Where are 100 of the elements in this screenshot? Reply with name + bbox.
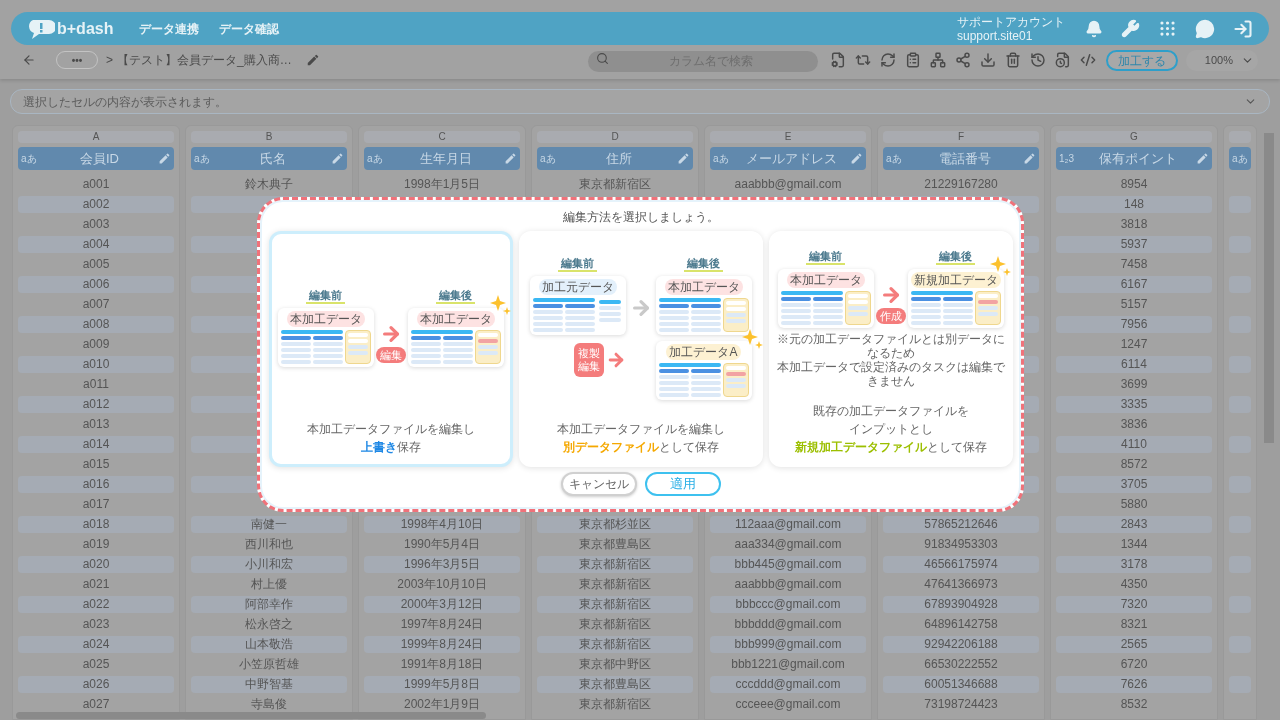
table-cell-text: 5157 xyxy=(1119,296,1149,313)
table-cell: 東京都豊島区 xyxy=(537,675,693,693)
table-cell: a008 xyxy=(18,315,174,333)
column-title: 氏名 xyxy=(258,149,287,168)
nav-link[interactable]: データ連携 xyxy=(139,19,200,38)
trash-icon[interactable] xyxy=(1005,52,1021,68)
table-cell-text: 西川和也 xyxy=(244,536,294,553)
cell-content-bar[interactable]: 選択したセルの内容が表示されます。 xyxy=(10,89,1270,114)
pencil-icon[interactable] xyxy=(331,152,344,165)
table-cell-text: 3836 xyxy=(1119,416,1149,433)
column-header[interactable]: aあ 電話番号 xyxy=(883,147,1039,170)
table-cell: a018 xyxy=(18,515,174,533)
process-button[interactable]: 加工する xyxy=(1106,49,1178,71)
dialog-title: 編集方法を選択しましょう。 xyxy=(562,209,719,226)
hierarchy-icon[interactable] xyxy=(930,52,946,68)
table-cell: bbb445@gmail.com xyxy=(710,555,866,573)
pencil-icon[interactable] xyxy=(850,152,863,165)
column-header[interactable]: aあ 氏名 xyxy=(191,147,347,170)
type-label: aあ xyxy=(21,152,38,166)
share-icon[interactable] xyxy=(955,52,971,68)
horizontal-scrollbar[interactable] xyxy=(16,712,486,719)
option-card[interactable]: 編集前 本加工データ 編集 編集後 本加工データ 本加工データファイルを編集し 上書き保存 xyxy=(268,231,513,467)
clipboard-icon[interactable] xyxy=(905,52,921,68)
column-header[interactable]: aあ 会員ID xyxy=(18,147,174,170)
table-cell-text: 東京都新宿区 xyxy=(578,616,652,633)
zoom-select[interactable]: 100% xyxy=(1186,49,1258,71)
table-cell: a024 xyxy=(18,635,174,653)
bell-icon[interactable] xyxy=(1085,19,1103,38)
table-cell-text: a027 xyxy=(81,696,111,713)
table-cell: a026 xyxy=(18,675,174,693)
table-cell-text: 8321 xyxy=(1119,616,1149,633)
breadcrumb[interactable]: 【テスト】会員データ_購入商… xyxy=(117,51,292,69)
table-cell-text: 1998年1月5日 xyxy=(402,176,481,193)
option-description: 別データファイルとして保存 xyxy=(562,439,719,456)
column-title: 生年月日 xyxy=(418,149,473,168)
table-cell-text: 東京都新宿区 xyxy=(578,176,652,193)
stage-label: 編集前 xyxy=(806,250,845,265)
file-clock-icon[interactable] xyxy=(1055,52,1071,68)
column-header[interactable]: aあ 生年月日 xyxy=(364,147,520,170)
table-cell: 中野智基 xyxy=(191,675,347,693)
table-cell: 67893904928 xyxy=(883,595,1039,613)
table-cell: 6114 xyxy=(1056,355,1212,373)
chat-icon[interactable] xyxy=(1195,18,1215,39)
table-cell-text: 2002年1月9日 xyxy=(402,696,481,713)
stage-label: 編集後 xyxy=(436,289,475,304)
table-cell-text: 8572 xyxy=(1119,456,1149,473)
pencil-icon[interactable] xyxy=(504,152,517,165)
table-cell-text: 東京都中野区 xyxy=(578,656,652,673)
search-icon xyxy=(596,52,609,65)
apply-button[interactable]: 適用 xyxy=(644,472,721,496)
table-cell: a020 xyxy=(18,555,174,573)
logout-icon[interactable] xyxy=(1233,18,1253,39)
pencil-icon[interactable] xyxy=(677,152,690,165)
table-cell-text: aaa334@gmail.com xyxy=(733,536,843,553)
table-cell-text: a015 xyxy=(81,456,111,473)
pencil-icon[interactable] xyxy=(1023,152,1036,165)
table-cell: 7320 xyxy=(1056,595,1212,613)
table-cell: 東京都新宿区 xyxy=(537,635,693,653)
refresh-icon[interactable] xyxy=(880,52,896,68)
column-header[interactable]: aあ 住所 xyxy=(537,147,693,170)
table-cell: a004 xyxy=(18,235,174,253)
table-cell-text: 1344 xyxy=(1119,536,1149,553)
table-cell: a006 xyxy=(18,275,174,293)
table-cell: a002 xyxy=(18,195,174,213)
logo-text[interactable]: b+dash xyxy=(57,16,114,41)
swap-arrows-icon[interactable] xyxy=(855,52,871,68)
table-cell-text: 東京都豊島区 xyxy=(578,536,652,553)
table-cell-text: 小笠原哲雄 xyxy=(238,656,300,673)
table-cell: 148 xyxy=(1056,195,1212,213)
table-cell-text: a011 xyxy=(82,376,110,393)
note-text: ※元の加工データファイルとは別データになるため xyxy=(775,332,1006,360)
table-cell-text: aaabbb@gmail.com xyxy=(733,576,843,593)
column-header[interactable]: 1₂3 保有ポイント xyxy=(1056,147,1212,170)
back-icon[interactable] xyxy=(22,53,36,67)
table-cell: 阿部幸作 xyxy=(191,595,347,613)
column-letter: C xyxy=(438,131,446,143)
code-icon[interactable] xyxy=(1080,52,1096,68)
column-header[interactable]: aあ xyxy=(1229,147,1251,170)
column-header[interactable]: aあ メールアドレス xyxy=(710,147,866,170)
history-icon[interactable] xyxy=(1030,52,1046,68)
breadcrumb-separator: > xyxy=(106,52,113,69)
nav-link[interactable]: データ確認 xyxy=(219,19,280,38)
option-description: インプットとし xyxy=(848,421,933,438)
table-cell-text: 鈴木典子 xyxy=(244,176,294,193)
table-cell: 3178 xyxy=(1056,555,1212,573)
download-icon[interactable] xyxy=(980,52,996,68)
stage-label: 編集後 xyxy=(936,250,975,265)
wrench-icon[interactable] xyxy=(1121,19,1140,38)
table-cell-text: a023 xyxy=(81,616,111,633)
table-cell-text: 3699 xyxy=(1119,376,1149,393)
action-badge: 複製 編集 xyxy=(573,342,604,377)
cancel-button[interactable]: キャンセル xyxy=(560,472,637,496)
table-cell: 3335 xyxy=(1056,395,1212,413)
grid-icon[interactable] xyxy=(1158,19,1177,38)
table-cell: 小川和宏 xyxy=(191,555,347,573)
pencil-icon[interactable] xyxy=(1196,152,1209,165)
pencil-icon[interactable] xyxy=(305,53,320,67)
pencil-icon[interactable] xyxy=(158,152,171,165)
file-gear-icon[interactable] xyxy=(830,52,846,68)
column-letter: F xyxy=(957,131,965,143)
